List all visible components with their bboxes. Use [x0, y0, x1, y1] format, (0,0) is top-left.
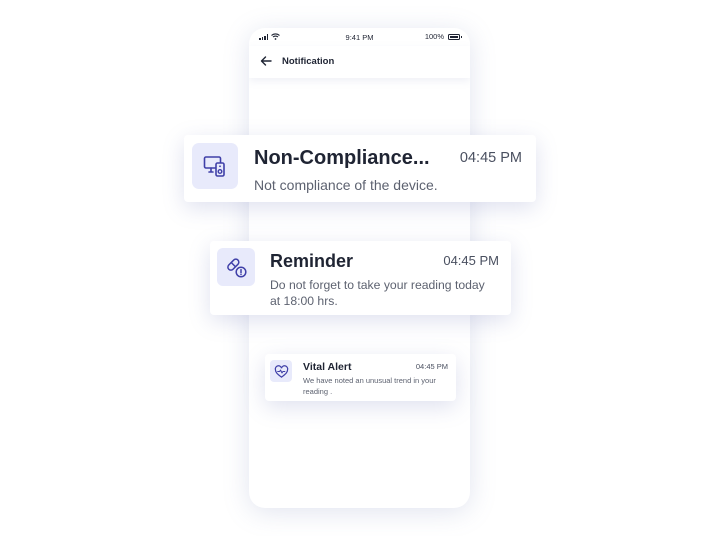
back-arrow-icon[interactable]: [259, 54, 273, 68]
status-bar: 9:41 PM 100%: [249, 28, 470, 46]
notification-time: 04:45 PM: [459, 150, 522, 166]
notification-message: We have noted an unusual trend in your r…: [303, 376, 436, 396]
pill-alert-icon: [227, 258, 247, 278]
notification-title: Vital Alert: [303, 361, 352, 373]
battery-indicator: 100%: [424, 32, 462, 41]
notification-card-vital-alert[interactable]: Vital Alert 04:45 PM We have noted an un…: [265, 354, 456, 401]
notification-icon-box: [217, 248, 255, 286]
page-title: Notification: [282, 56, 335, 67]
notification-message: Not compliance of the device.: [254, 177, 438, 193]
notification-icon-box: [270, 360, 292, 382]
notification-card-non-compliance[interactable]: Non-Compliance... 04:45 PM Not complianc…: [184, 135, 536, 202]
battery-icon: [448, 33, 462, 40]
notification-time: 04:45 PM: [443, 253, 499, 268]
heart-vital-icon: [274, 364, 288, 378]
notification-message: Do not forget to take your reading today…: [270, 278, 485, 308]
notification-icon-box: [192, 143, 238, 189]
device-compliance-icon: [203, 156, 225, 177]
battery-percent: 100%: [424, 32, 444, 41]
notification-title: Reminder: [270, 251, 354, 271]
notification-time: 04:45 PM: [415, 362, 448, 371]
notification-title: Non-Compliance...: [254, 147, 430, 169]
app-header: Notification: [249, 46, 470, 78]
notification-card-reminder[interactable]: Reminder 04:45 PM Do not forget to take …: [210, 241, 511, 315]
